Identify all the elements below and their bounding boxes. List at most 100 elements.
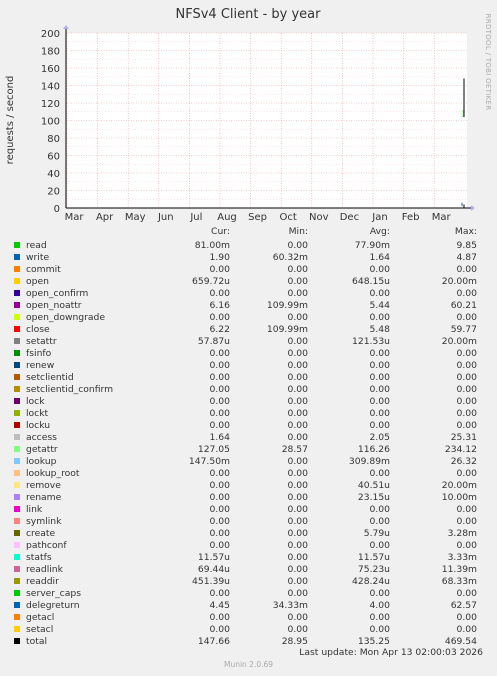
legend-avg-value: 77.90m [354,240,390,251]
legend-max-value: 62.57 [450,600,477,611]
legend-min-value: 0.00 [287,276,308,287]
legend-swatch [14,314,20,320]
legend-max-value: 0.00 [456,360,477,371]
x-tick-label: Dec [340,212,359,223]
legend-cur-value: 147.50m [188,456,230,467]
legend-max-value: 0.00 [456,612,477,623]
legend-swatch [14,434,20,440]
legend-avg-value: 75.23u [357,564,390,575]
legend-name: pathconf [26,540,67,551]
legend-min-value: 0.00 [287,336,308,347]
legend-max-value: 0.00 [456,540,477,551]
y-tick-label: 100 [41,117,60,128]
legend-min-value: 109.99m [266,300,308,311]
legend-swatch [14,638,20,644]
legend-avg-value: 0.00 [369,504,390,515]
legend-row-lockt: lockt 0.00 0.00 0.00 0.00 [0,408,497,420]
legend-max-value: 20.00m [441,336,477,347]
legend-swatch [14,566,20,572]
legend-cur-value: 0.00 [209,528,230,539]
y-tick-labels: 0 20 40 60 80 100 120 140 160 180 200 [41,29,60,215]
grid [66,32,467,208]
legend-avg-value: 5.79u [363,528,390,539]
legend-avg-value: 0.00 [369,312,390,323]
legend-cur-value: 1.90 [209,252,230,263]
legend-name: setclientid [26,372,74,383]
legend-avg-value: 648.15u [352,276,390,287]
x-tick-label: Nov [309,212,329,223]
x-tick-label: Aug [217,212,237,223]
legend-min-value: 109.99m [266,324,308,335]
legend-row-commit: commit 0.00 0.00 0.00 0.00 [0,264,497,276]
legend-max-value: 25.31 [450,432,477,443]
legend-cur-value: 0.00 [209,480,230,491]
legend-avg-value: 116.26 [357,444,390,455]
legend-avg-value: 0.00 [369,288,390,299]
chart-title: NFSv4 Client - by year [176,7,322,22]
legend-row-delegreturn: delegreturn 4.45 34.33m 4.00 62.57 [0,600,497,612]
legend-cur-value: 0.00 [209,468,230,479]
x-tick-labels: Mar Apr May Jun Jul Aug Sep Oct Nov Dec Jan Feb Mar [65,212,452,223]
legend-swatch [14,458,20,464]
y-axis-arrow [63,25,69,29]
y-axis-label: requests / second [5,76,16,165]
legend-name: commit [26,264,61,275]
legend-avg-value: 0.00 [369,516,390,527]
legend-name: lock [26,396,45,407]
legend-min-value: 0.00 [287,420,308,431]
legend-swatch [14,518,20,524]
legend-name: link [26,504,43,515]
x-tick-label: Jan [371,212,387,223]
legend-row-getacl: getacl 0.00 0.00 0.00 0.00 [0,612,497,624]
legend-row-open: open 659.72u 0.00 648.15u 20.00m [0,276,497,288]
legend-max-value: 60.21 [450,300,477,311]
legend-avg-value: 309.89m [348,456,390,467]
legend-name: access [26,432,57,443]
legend-name: getacl [26,612,55,623]
legend-name: renew [26,360,55,371]
legend-max-value: 20.00m [441,276,477,287]
y-tick-label: 60 [47,152,60,163]
legend-name: server_caps [26,588,81,599]
legend-row-open-noattr: open_noattr 6.16 109.99m 5.44 60.21 [0,300,497,312]
x-tick-label: Feb [402,212,420,223]
legend-cur-value: 4.45 [209,600,230,611]
legend-row-setclientid-confirm: setclientid_confirm 0.00 0.00 0.00 0.00 [0,384,497,396]
header-max: Max: [454,226,477,237]
legend-swatch [14,410,20,416]
legend-cur-value: 0.00 [209,372,230,383]
legend-name: rename [26,492,62,503]
header-cur: Cur: [211,226,230,237]
legend-swatch [14,482,20,488]
legend-avg-value: 121.53u [352,336,390,347]
legend-cur-value: 6.22 [209,324,230,335]
chart-area: NFSv4 Client - by year requests / second… [0,0,497,230]
legend-name: open_noattr [26,300,82,311]
legend-row-remove: remove 0.00 0.00 40.51u 20.00m [0,480,497,492]
header-min: Min: [288,226,308,237]
legend-row-link: link 0.00 0.00 0.00 0.00 [0,504,497,516]
legend-swatch [14,626,20,632]
legend-swatch [14,470,20,476]
legend-name: lookup_root [26,468,80,479]
y-tick-label: 20 [47,187,60,198]
legend-max-value: 11.39m [441,564,477,575]
legend-name: write [26,252,50,263]
x-tick-label: Jul [189,212,202,223]
legend-row-getattr: getattr 127.05 28.57 116.26 234.12 [0,444,497,456]
legend-swatch [14,602,20,608]
legend-max-value: 0.00 [456,516,477,527]
x-tick-label: May [125,212,146,223]
legend-max-value: 20.00m [441,480,477,491]
legend-max-value: 26.32 [450,456,477,467]
legend-min-value: 0.00 [287,288,308,299]
legend-cur-value: 1.64 [209,432,230,443]
x-tick-label: Mar [432,212,452,223]
legend-row-close: close 6.22 109.99m 5.48 59.77 [0,324,497,336]
x-tick-label: Mar [65,212,85,223]
legend-name: lockt [26,408,49,419]
legend-max-value: 68.33m [441,576,477,587]
legend-cur-value: 0.00 [209,492,230,503]
legend-swatch [14,506,20,512]
y-tick-label: 40 [47,169,60,180]
